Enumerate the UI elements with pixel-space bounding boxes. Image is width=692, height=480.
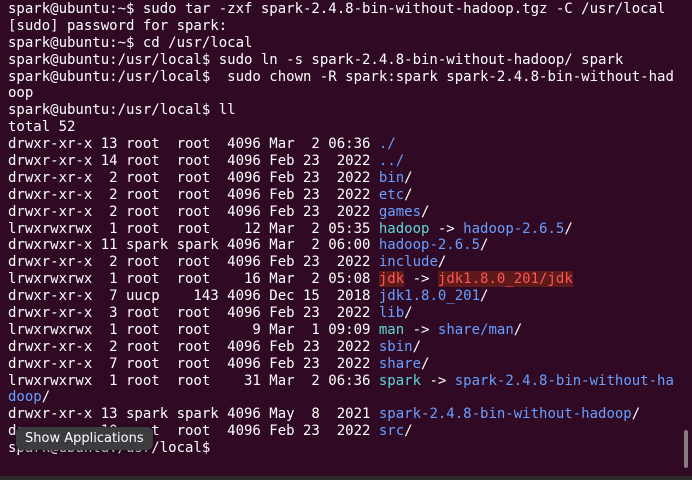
terminal-text-segment: lrwxrwxrwx 1 root root 31 Mar 2 06:36 [8, 372, 379, 389]
terminal-text-segment: spark-2.4.8-bin-without-hadoop [378, 406, 632, 423]
terminal-line: [sudo] password for spark: [8, 18, 678, 35]
terminal-text-segment: drwxr-xr-x 13 spark spark 4096 May 8 202… [8, 406, 379, 423]
terminal-text-segment: lib [378, 305, 405, 322]
terminal-line: lrwxrwxrwx 1 root root 9 Mar 1 09:09 man… [8, 322, 678, 339]
terminal-line: drwxr-xr-x 7 root root 4096 Feb 23 2022 … [8, 356, 678, 373]
terminal-text-segment: drwxr-xr-x 14 root root 4096 Feb 23 2022 [8, 153, 379, 170]
terminal-line: spark@ubuntu:/usr/local$ sudo ln -s spar… [8, 52, 678, 69]
terminal-text-segment: -> [404, 271, 438, 288]
terminal-text-segment: jdk1.8.0_201/jdk [437, 271, 573, 288]
scrollbar-thumb[interactable] [684, 430, 688, 468]
terminal-text-segment: drwxr-xr-x 2 root root 4096 Feb 23 2022 [8, 169, 379, 186]
terminal-text-segment: / [421, 203, 430, 220]
terminal-text-segment: spark-2.4.8-bin-without-ha [454, 372, 674, 389]
terminal-text-segment: drwxr-xr-x 2 root root 4096 Feb 23 2022 [8, 254, 379, 271]
terminal-text-segment: share [378, 355, 422, 372]
show-applications-tooltip: Show Applications [16, 427, 153, 450]
terminal-line: drwxr-xr-x 2 root root 4096 Feb 23 2022 … [8, 170, 678, 187]
terminal-text-segment: man [378, 321, 405, 338]
terminal-text-segment: drwxr-xr-x 13 root root 4096 Mar 2 06:36 [8, 136, 379, 153]
terminal-line: doop/ [8, 389, 678, 406]
terminal-text-segment: / [480, 237, 489, 254]
terminal-line: spark@ubuntu:~$ cd /usr/local [8, 35, 678, 52]
terminal-text-segment: lrwxrwxrwx 1 root root 16 Mar 2 05:08 [8, 271, 379, 288]
terminal-line: oop [8, 85, 678, 102]
terminal-line: drwxr-xr-x 14 root root 4096 Feb 23 2022… [8, 153, 678, 170]
terminal-line: drwxr-xr-x 2 root root 4096 Feb 23 2022 … [8, 339, 678, 356]
terminal-text-segment: share/man [437, 321, 514, 338]
terminal-text-segment: ./ [378, 136, 396, 153]
terminal-text-segment: / [437, 254, 447, 271]
terminal-text-segment: / [404, 169, 413, 186]
terminal-text-segment: / [412, 338, 422, 355]
terminal-text-segment: drwxr-xr-x 7 uucp 143 4096 Dec 15 2018 [8, 288, 379, 305]
terminal-text-segment: / [513, 321, 523, 338]
taskbar-strip [0, 476, 692, 480]
terminal-line: lrwxrwxrwx 1 root root 16 Mar 2 05:08 jd… [8, 271, 678, 288]
terminal-text-segment: / [421, 355, 430, 372]
terminal-line: drwxr-xr-x 3 root root 4096 Feb 23 2022 … [8, 305, 678, 322]
terminal-text-segment: drwxr-xr-x 7 root root 4096 Feb 23 2022 [8, 355, 379, 372]
terminal-text-segment: -> [421, 372, 455, 389]
terminal-text-segment: / [404, 186, 413, 203]
terminal-output[interactable]: spark@ubuntu:~$ sudo tar -zxf spark-2.4.… [8, 1, 678, 457]
terminal-text-segment: / [564, 220, 573, 237]
terminal-text-segment: total 52 [8, 119, 76, 136]
terminal-text-segment: hadoop [378, 220, 430, 237]
terminal-line: drwxr-xr-x 7 uucp 143 4096 Dec 15 2018 j… [8, 288, 678, 305]
terminal-text-segment: / [404, 305, 413, 322]
terminal-text-segment: spark@ubuntu:~$ cd /usr/local [8, 34, 253, 51]
terminal-line: total 52 [8, 119, 678, 136]
terminal-text-segment: bin [378, 169, 405, 186]
terminal-line: spark@ubuntu:~$ sudo tar -zxf spark-2.4.… [8, 1, 678, 18]
terminal-text-segment: jdk [378, 271, 405, 288]
terminal-text-segment: spark@ubuntu:/usr/local$ ll [8, 102, 236, 119]
terminal-text-segment: lrwxrwxrwx 1 root root 9 Mar 1 09:09 [8, 321, 379, 338]
terminal-text-segment: -> [404, 321, 438, 338]
terminal-text-segment: / [480, 288, 489, 305]
terminal-line: drwxrwxr-x 11 spark spark 4096 Mar 2 06:… [8, 237, 678, 254]
terminal-line: spark@ubuntu:/usr/local$ ll [8, 102, 678, 119]
terminal-window[interactable]: spark@ubuntu:~$ sudo tar -zxf spark-2.4.… [0, 0, 692, 480]
terminal-text-segment: oop [8, 85, 34, 102]
terminal-scrollbar[interactable] [682, 0, 690, 480]
terminal-text-segment: etc [378, 186, 405, 203]
terminal-text-segment: drwxr-xr-x 3 root root 4096 Feb 23 2022 [8, 305, 379, 322]
terminal-text-segment: doop [8, 389, 42, 406]
terminal-line: drwxr-xr-x 13 spark spark 4096 May 8 202… [8, 406, 678, 423]
terminal-line: drwxr-xr-x 2 root root 4096 Feb 23 2022 … [8, 204, 678, 221]
terminal-text-segment: / [404, 423, 413, 440]
terminal-text-segment: drwxr-xr-x 2 root root 4096 Feb 23 2022 [8, 186, 379, 203]
terminal-text-segment: spark@ubuntu:~$ sudo tar -zxf spark-2.4.… [8, 1, 666, 17]
terminal-text-segment: / [41, 389, 51, 406]
terminal-text-segment: ../ [378, 153, 405, 170]
terminal-text-segment: drwxr-xr-x 2 root root 4096 Feb 23 2022 [8, 338, 379, 355]
terminal-text-segment: -> [429, 220, 464, 237]
terminal-text-segment: drwxr-xr-x 2 root root 4096 Feb 23 2022 [8, 203, 379, 220]
terminal-text-segment: [sudo] password for spark: [8, 17, 228, 34]
terminal-text-segment: spark@ubuntu:/usr/local$ sudo ln -s spar… [8, 51, 624, 68]
terminal-text-segment: / [631, 406, 641, 423]
terminal-text-segment: hadoop-2.6.5 [463, 220, 565, 237]
terminal-text-segment: include [378, 254, 438, 271]
terminal-text-segment: lrwxrwxrwx 1 root root 12 Mar 2 05:35 [8, 220, 379, 237]
terminal-line: drwxr-xr-x 13 root root 4096 Mar 2 06:36… [8, 136, 678, 153]
terminal-line: spark@ubuntu:/usr/local$ sudo chown -R s… [8, 69, 678, 86]
terminal-line: drwxr-xr-x 2 root root 4096 Feb 23 2022 … [8, 187, 678, 204]
terminal-text-segment: sbin [378, 338, 413, 355]
terminal-text-segment: src [378, 423, 405, 440]
terminal-text-segment: games [378, 203, 422, 220]
terminal-text-segment: jdk1.8.0_201 [378, 288, 481, 305]
terminal-line: lrwxrwxrwx 1 root root 31 Mar 2 06:36 sp… [8, 373, 678, 390]
terminal-text-segment: spark@ubuntu:/usr/local$ sudo chown -R s… [8, 68, 674, 85]
terminal-line: lrwxrwxrwx 1 root root 12 Mar 2 05:35 ha… [8, 221, 678, 238]
terminal-text-segment: drwxrwxr-x 11 spark spark 4096 Mar 2 06:… [8, 237, 379, 254]
terminal-text-segment: hadoop-2.6.5 [378, 237, 481, 254]
terminal-line: drwxr-xr-x 2 root root 4096 Feb 23 2022 … [8, 254, 678, 271]
terminal-text-segment: spark [378, 372, 422, 389]
